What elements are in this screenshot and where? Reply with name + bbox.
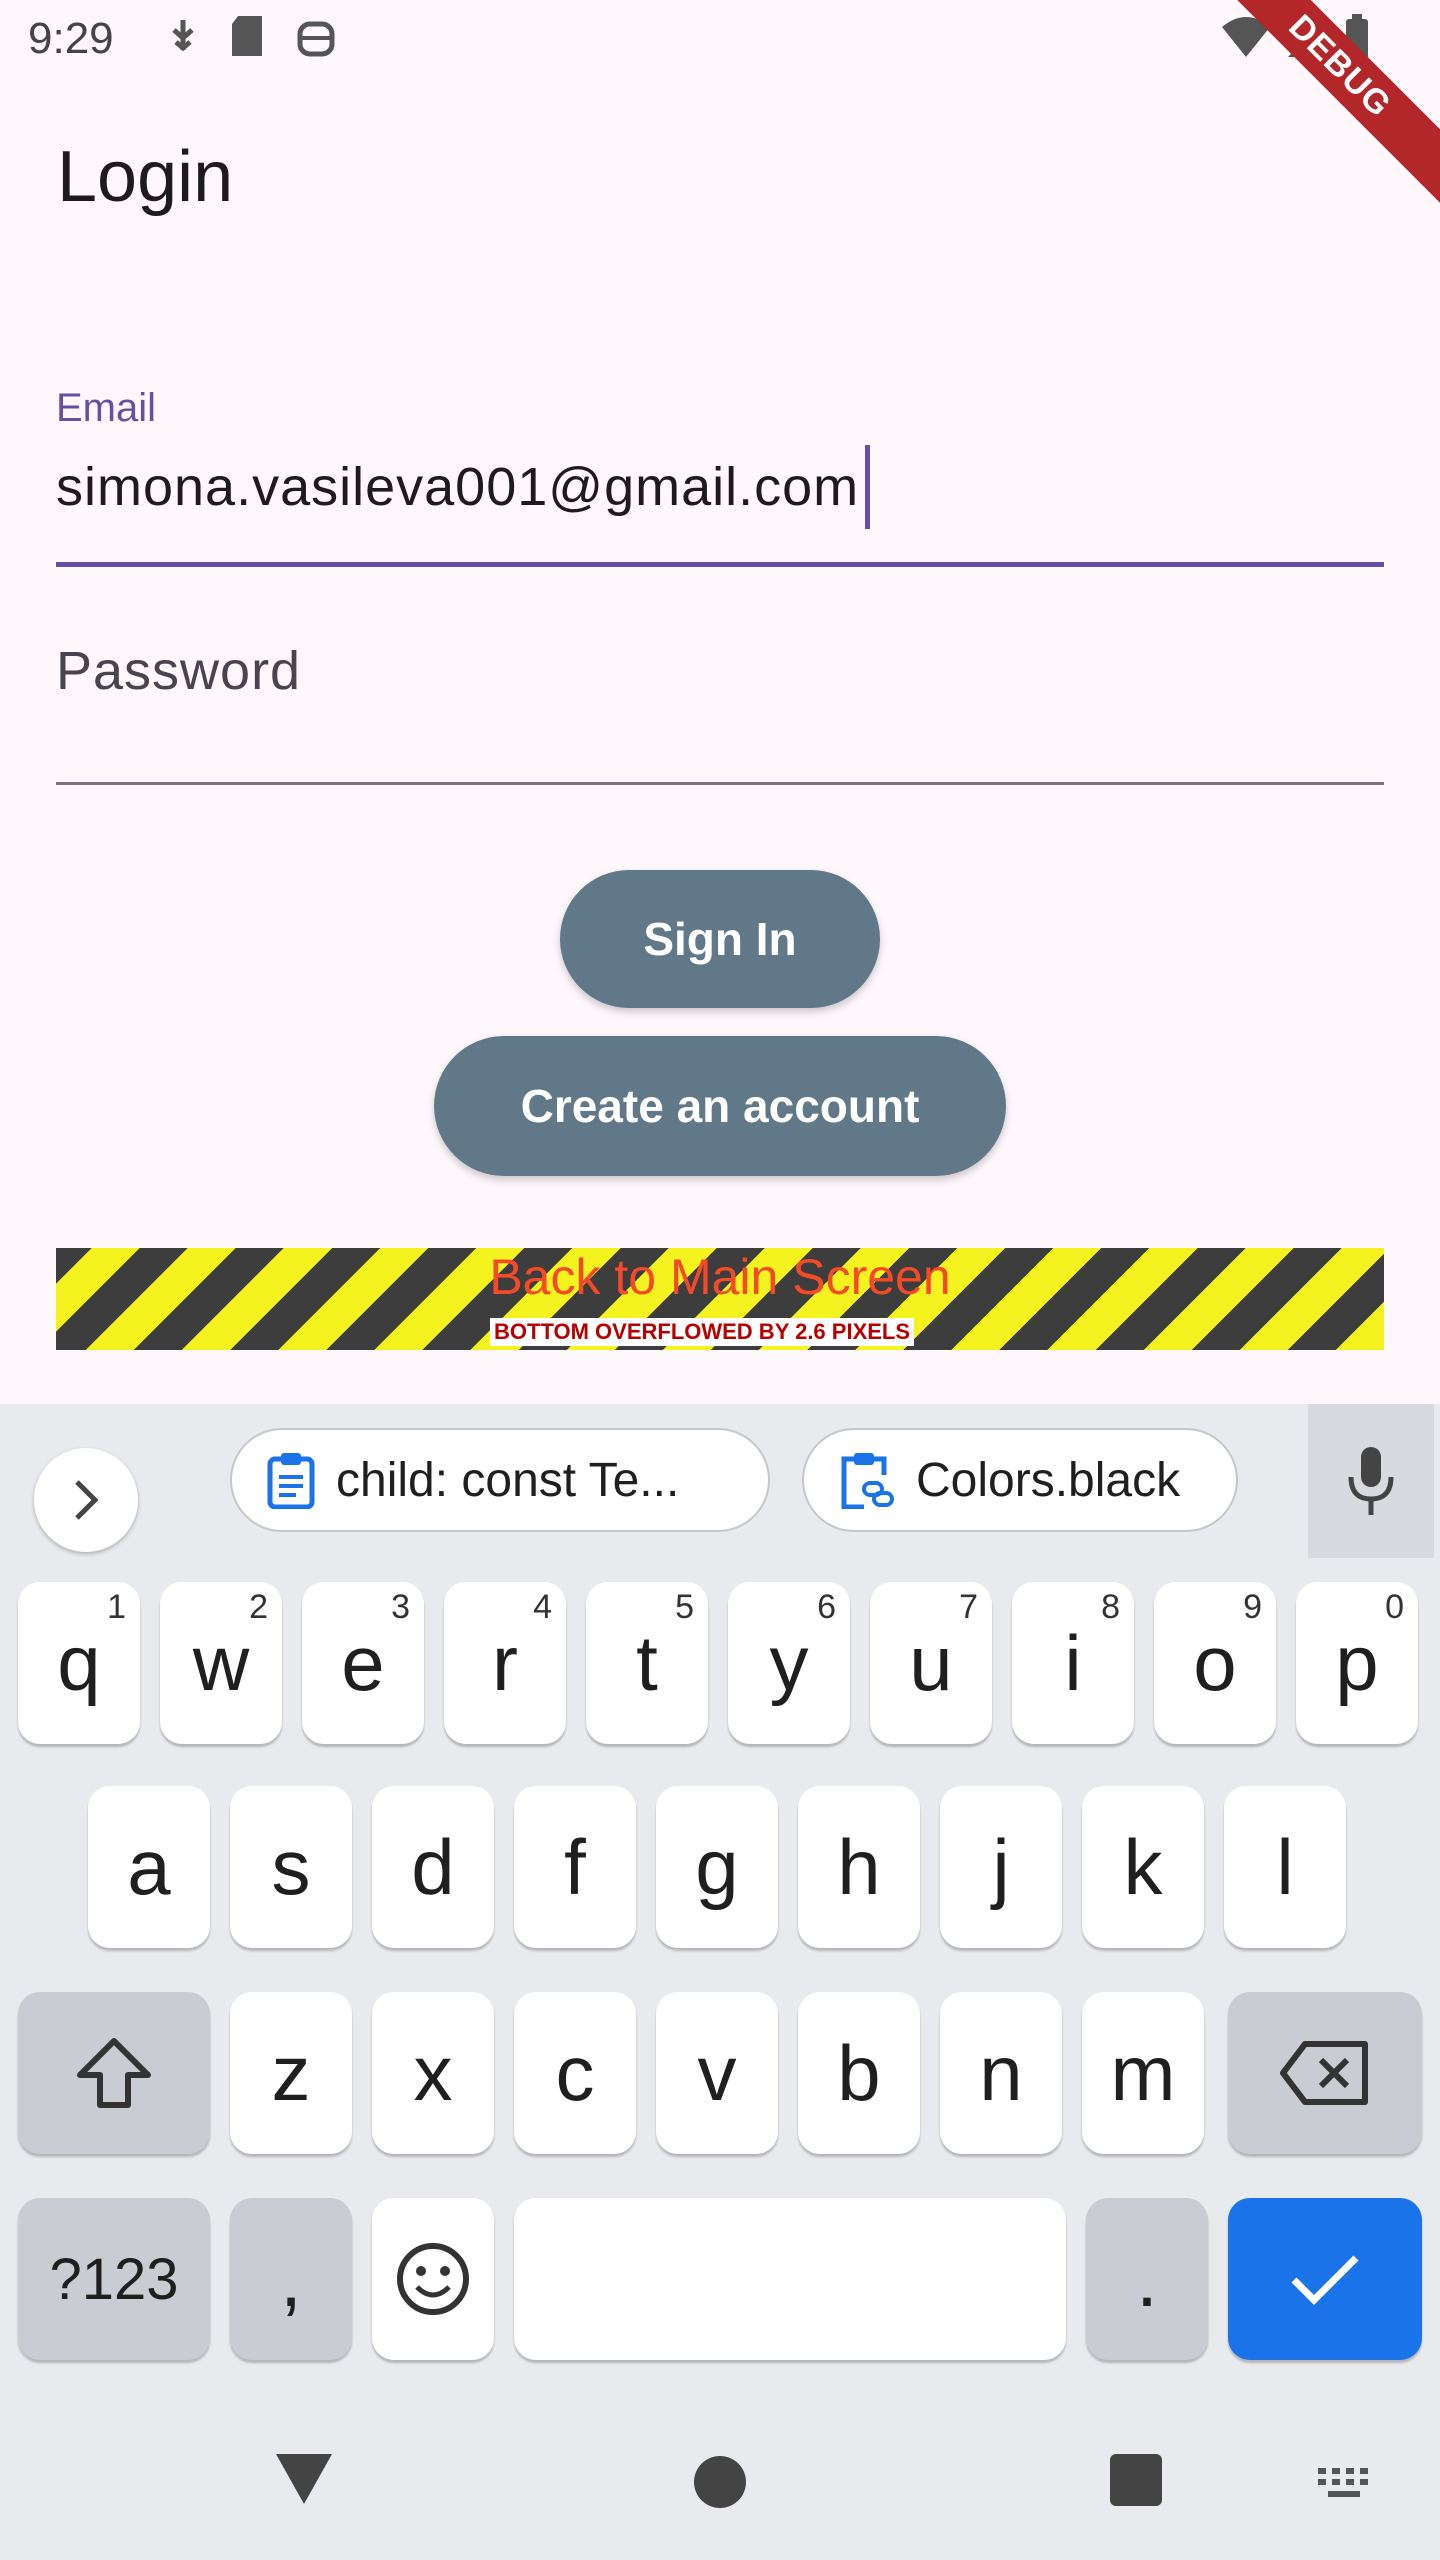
key-label: w [192, 1618, 250, 1707]
email-label: Email [56, 386, 157, 430]
key-hint: 2 [249, 1588, 268, 1626]
shift-key[interactable] [18, 1992, 210, 2154]
clipboard-suggestion-chip[interactable]: child: const Te... [230, 1428, 770, 1532]
recents-square-icon[interactable] [1108, 2452, 1164, 2508]
key-label: p [1335, 1618, 1379, 1707]
key-u[interactable]: u7 [870, 1582, 992, 1744]
sd-card-icon [232, 16, 262, 56]
symbols-key[interactable]: ?123 [18, 2198, 210, 2360]
space-key[interactable] [514, 2198, 1066, 2360]
password-placeholder: Password [56, 641, 302, 701]
key-g[interactable]: g [656, 1786, 778, 1948]
sign-in-button[interactable]: Sign In [560, 870, 880, 1008]
key-t[interactable]: t5 [586, 1582, 708, 1744]
email-value: simona.vasileva001@gmail.com [56, 457, 860, 517]
key-p[interactable]: p0 [1296, 1582, 1418, 1744]
key-v[interactable]: v [656, 1992, 778, 2154]
keyboard-switch-icon[interactable] [1316, 2466, 1372, 2500]
overflow-indicator: Back to Main Screen BOTTOM OVERFLOWED BY… [56, 1248, 1384, 1350]
expand-toolbar-button[interactable] [34, 1448, 138, 1552]
key-j[interactable]: j [940, 1786, 1062, 1948]
key-hint: 5 [675, 1588, 694, 1626]
key-r[interactable]: r4 [444, 1582, 566, 1744]
clipboard-link-icon [841, 1453, 894, 1509]
key-label: u [909, 1618, 953, 1707]
key-hint: 6 [817, 1588, 836, 1626]
key-label: q [57, 1618, 101, 1707]
key-l[interactable]: l [1224, 1786, 1346, 1948]
key-s[interactable]: s [230, 1786, 352, 1948]
text-cursor [865, 445, 871, 529]
key-b[interactable]: b [798, 1992, 920, 2154]
status-bar: 9:29 DEBUG [0, 0, 1440, 205]
password-field[interactable]: Password [56, 630, 1384, 785]
key-hint: 4 [533, 1588, 552, 1626]
key-hint: 1 [107, 1588, 126, 1626]
create-account-button[interactable]: Create an account [434, 1036, 1006, 1176]
key-hint: 7 [959, 1588, 978, 1626]
page-title: Login [57, 137, 234, 217]
backspace-icon [1280, 2041, 1368, 2105]
key-w[interactable]: w2 [160, 1582, 282, 1744]
key-a[interactable]: a [88, 1786, 210, 1948]
key-z[interactable]: z [230, 1992, 352, 2154]
key-hint: 0 [1385, 1588, 1404, 1626]
key-x[interactable]: x [372, 1992, 494, 2154]
key-f[interactable]: f [514, 1786, 636, 1948]
key-label: i [1064, 1618, 1082, 1707]
emoji-icon [397, 2243, 469, 2315]
status-time: 9:29 [28, 14, 114, 63]
key-label: r [492, 1618, 518, 1707]
android-robot-icon [297, 21, 335, 57]
key-m[interactable]: m [1082, 1992, 1204, 2154]
chip-text: Colors.black [916, 1453, 1181, 1507]
system-navigation-bar [0, 2404, 1440, 2560]
home-circle-icon[interactable] [692, 2454, 748, 2510]
key-h[interactable]: h [798, 1786, 920, 1948]
key-y[interactable]: y6 [728, 1582, 850, 1744]
key-c[interactable]: c [514, 1992, 636, 2154]
back-to-main-screen-link[interactable]: Back to Main Screen [56, 1248, 1384, 1306]
voice-input-button[interactable] [1308, 1404, 1434, 1558]
key-label: t [636, 1618, 658, 1707]
comma-key[interactable]: , [230, 2198, 352, 2360]
period-key[interactable]: . [1086, 2198, 1208, 2360]
key-d[interactable]: d [372, 1786, 494, 1948]
key-k[interactable]: k [1082, 1786, 1204, 1948]
clipboard-suggestion-chip[interactable]: Colors.black [802, 1428, 1238, 1532]
emoji-key[interactable] [372, 2198, 494, 2360]
back-triangle-icon[interactable] [272, 2450, 336, 2508]
key-o[interactable]: o9 [1154, 1582, 1276, 1744]
key-hint: 9 [1243, 1588, 1262, 1626]
soft-keyboard: child: const Te... Colors.black q1 w2 e3… [0, 1404, 1440, 2560]
key-label: o [1193, 1618, 1237, 1707]
backspace-key[interactable] [1228, 1992, 1422, 2154]
key-hint: 8 [1101, 1588, 1120, 1626]
shift-arrow-icon [77, 2038, 151, 2108]
key-label: e [341, 1618, 385, 1707]
key-n[interactable]: n [940, 1992, 1062, 2154]
chip-text: child: const Te... [336, 1453, 680, 1507]
done-key[interactable] [1228, 2198, 1422, 2360]
key-i[interactable]: i8 [1012, 1582, 1134, 1744]
checkmark-icon [1291, 2255, 1359, 2305]
status-notification-icons [168, 14, 336, 58]
microphone-icon [1348, 1447, 1394, 1515]
keyboard-suggestion-bar: child: const Te... Colors.black [0, 1404, 1440, 1558]
overflow-warning: BOTTOM OVERFLOWED BY 2.6 PIXELS [490, 1318, 915, 1346]
usb-debug-icon [172, 20, 194, 52]
key-q[interactable]: q1 [18, 1582, 140, 1744]
key-label: y [769, 1618, 809, 1707]
email-field[interactable]: Email simona.vasileva001@gmail.com [56, 380, 1384, 567]
key-e[interactable]: e3 [302, 1582, 424, 1744]
key-hint: 3 [391, 1588, 410, 1626]
clipboard-text-icon [267, 1453, 315, 1509]
chevron-right-icon [75, 1480, 99, 1520]
email-input[interactable]: simona.vasileva001@gmail.com [56, 445, 1384, 529]
